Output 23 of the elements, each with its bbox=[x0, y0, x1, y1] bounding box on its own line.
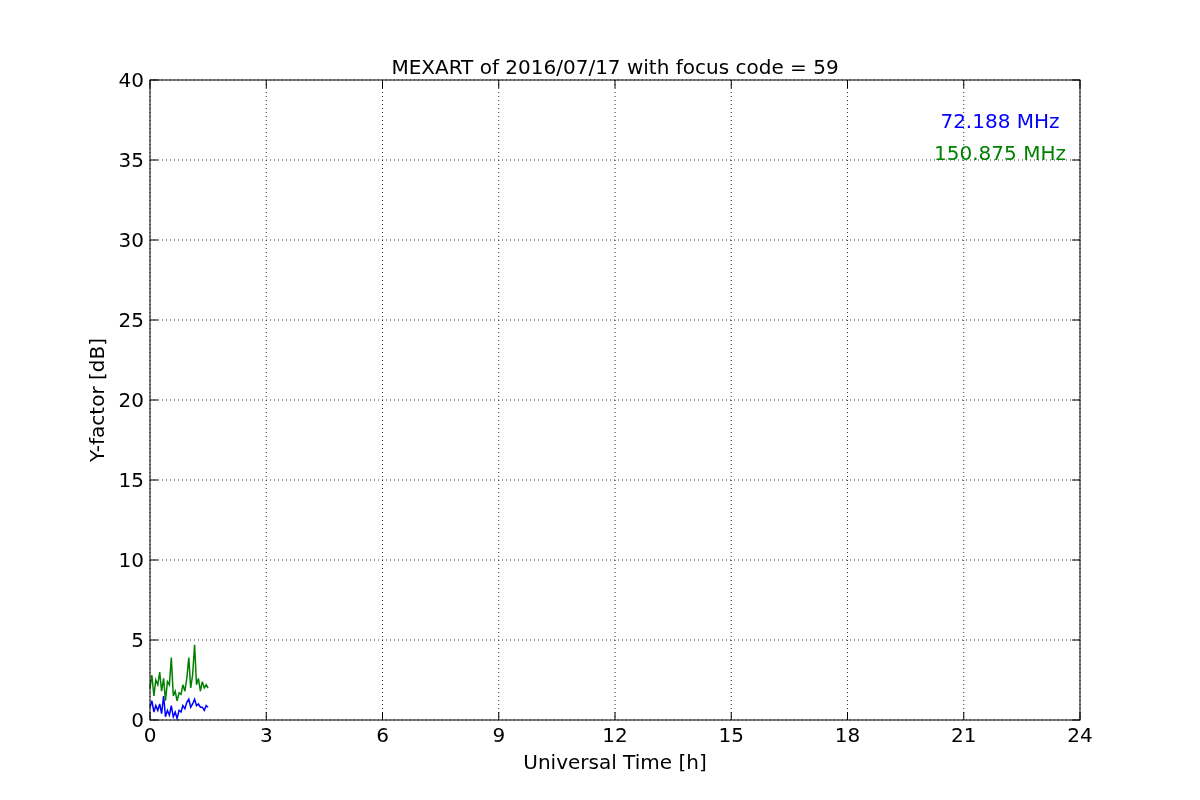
y-tick-label: 10 bbox=[118, 548, 144, 572]
y-tick-label: 35 bbox=[118, 148, 144, 172]
x-tick-label: 15 bbox=[718, 723, 744, 747]
x-tick-label: 24 bbox=[1067, 723, 1093, 747]
legend-label: 150.875 MHz bbox=[934, 141, 1066, 165]
y-tick-label: 5 bbox=[131, 628, 144, 652]
x-tick-label: 18 bbox=[834, 723, 861, 747]
y-tick-label: 20 bbox=[118, 388, 144, 412]
y-axis-label: Y-factor [dB] bbox=[85, 338, 109, 462]
x-tick-label: 3 bbox=[259, 723, 273, 747]
x-tick-label: 0 bbox=[143, 723, 157, 747]
x-tick-label: 9 bbox=[492, 723, 506, 747]
x-tick-label: 6 bbox=[376, 723, 389, 747]
x-tick-label: 21 bbox=[951, 723, 977, 747]
legend-label: 72.188 MHz bbox=[940, 109, 1060, 133]
y-tick-label: 25 bbox=[118, 308, 144, 332]
y-tick-label: 40 bbox=[118, 68, 144, 92]
y-tick-label: 0 bbox=[131, 708, 144, 732]
x-tick-label: 12 bbox=[602, 723, 628, 747]
chart-title: MEXART of 2016/07/17 with focus code = 59 bbox=[391, 55, 839, 79]
y-tick-label: 15 bbox=[118, 468, 144, 492]
x-axis-label: Universal Time [h] bbox=[523, 750, 707, 774]
y-tick-label: 30 bbox=[118, 228, 144, 252]
